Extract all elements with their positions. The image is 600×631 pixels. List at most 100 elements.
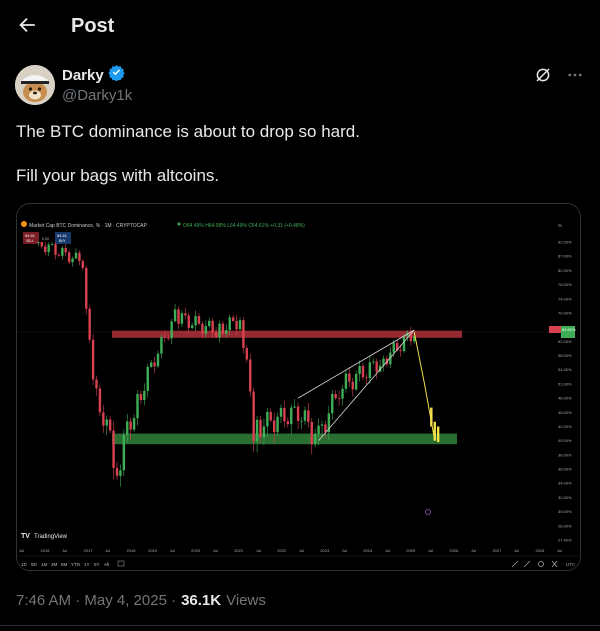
candle bbox=[365, 377, 368, 379]
timeframe-button[interactable]: 3M bbox=[51, 562, 58, 567]
timeframe-button[interactable]: 1M bbox=[41, 562, 48, 567]
candle bbox=[95, 379, 98, 389]
candle bbox=[81, 261, 85, 268]
candle bbox=[105, 419, 108, 426]
candle bbox=[303, 410, 307, 421]
candle bbox=[204, 326, 208, 334]
live-dot-icon bbox=[177, 222, 181, 226]
timeframe-button[interactable]: All bbox=[104, 562, 109, 567]
candle bbox=[40, 242, 44, 247]
post-meta: 7:46 AM · May 4, 2025 · 36.1K Views bbox=[16, 592, 266, 609]
y-axis-label: 87.00% bbox=[558, 254, 572, 259]
author-handle[interactable]: @Darky1k bbox=[62, 86, 132, 105]
post-actions-top bbox=[534, 66, 584, 84]
y-axis-label: 58.00% bbox=[558, 353, 572, 358]
candle bbox=[255, 419, 259, 442]
author-display[interactable]: Darky bbox=[62, 64, 132, 86]
timeframe-button[interactable]: 1D bbox=[21, 562, 28, 567]
post-media[interactable]: Market Cap BTC Dominance, % · 1M · CRYPT… bbox=[16, 203, 581, 571]
x-axis-label: Jul bbox=[299, 548, 304, 553]
candle bbox=[252, 391, 255, 442]
more-options-icon[interactable] bbox=[566, 66, 584, 84]
candle bbox=[126, 421, 129, 435]
timeframe-button[interactable]: 5D bbox=[31, 562, 38, 567]
candle bbox=[307, 410, 310, 423]
timeframe-button[interactable]: 5Y bbox=[94, 562, 100, 567]
y-axis-label: 78.00% bbox=[558, 282, 572, 287]
post-timestamp[interactable]: 7:46 AM · May 4, 2025 · bbox=[16, 592, 176, 609]
candle bbox=[47, 244, 50, 253]
candle bbox=[67, 252, 71, 263]
y-axis-label: 27.40% bbox=[558, 538, 572, 543]
candle bbox=[293, 406, 296, 408]
candle bbox=[44, 246, 47, 253]
candle bbox=[211, 320, 214, 333]
candle bbox=[190, 325, 194, 329]
candle bbox=[57, 254, 61, 256]
candle bbox=[361, 366, 365, 378]
candle bbox=[143, 390, 146, 401]
btc-dominance-chart: Market Cap BTC Dominance, % · 1M · CRYPT… bbox=[17, 204, 580, 570]
candle bbox=[197, 316, 201, 324]
candle bbox=[392, 342, 395, 353]
sell-price: 64.61 bbox=[25, 233, 36, 238]
candle bbox=[78, 252, 81, 262]
x-axis-label: Jul bbox=[385, 548, 390, 553]
x-axis-label: Jul bbox=[213, 548, 218, 553]
timeframe-button[interactable]: 6M bbox=[61, 562, 68, 567]
candle bbox=[317, 425, 320, 434]
candle bbox=[146, 366, 149, 391]
percent-symbol: % bbox=[558, 223, 562, 228]
candle bbox=[173, 309, 177, 322]
candle bbox=[167, 337, 170, 339]
candle bbox=[149, 362, 153, 367]
btc-logo-icon bbox=[21, 221, 27, 227]
candle bbox=[184, 313, 187, 316]
candle bbox=[156, 353, 160, 367]
views-label: Views bbox=[226, 592, 266, 609]
arrow-left-icon bbox=[16, 14, 38, 41]
y-axis-label: 82.00% bbox=[558, 268, 572, 273]
candle bbox=[221, 323, 225, 334]
y-axis-label: 30.00% bbox=[558, 509, 572, 514]
x-axis-label: 2023 bbox=[320, 548, 330, 553]
x-axis-label: 2028 bbox=[535, 548, 545, 553]
candle bbox=[259, 419, 262, 438]
x-axis-label: 2020 bbox=[191, 548, 201, 553]
candle bbox=[279, 407, 283, 417]
x-axis-label: Jul bbox=[19, 548, 24, 553]
y-axis-label: 38.00% bbox=[558, 452, 572, 457]
candle bbox=[54, 244, 57, 255]
candle bbox=[64, 247, 67, 253]
x-axis-label: Jul bbox=[256, 548, 261, 553]
candle bbox=[85, 267, 88, 309]
candle bbox=[180, 313, 184, 324]
buy-price: 64.61 bbox=[57, 233, 68, 238]
candle bbox=[74, 252, 78, 259]
candle bbox=[163, 337, 167, 338]
candle bbox=[300, 420, 303, 422]
candle bbox=[194, 316, 197, 326]
back-button[interactable] bbox=[14, 14, 40, 40]
y-axis-label: 62.00% bbox=[558, 339, 572, 344]
candle bbox=[337, 398, 341, 400]
y-axis-label: 92.00% bbox=[558, 240, 572, 245]
avatar[interactable] bbox=[15, 64, 55, 105]
candle bbox=[283, 407, 286, 422]
candle bbox=[245, 348, 249, 360]
candle bbox=[375, 361, 378, 372]
timeframe-button[interactable]: YTD bbox=[71, 562, 81, 567]
candle bbox=[177, 309, 180, 324]
y-axis-label: 51.00% bbox=[558, 381, 572, 386]
top-bar: Post bbox=[0, 0, 600, 53]
display-name: Darky bbox=[62, 66, 104, 84]
grok-icon[interactable] bbox=[534, 66, 552, 84]
x-axis-label: Jul bbox=[428, 548, 433, 553]
verified-badge-icon bbox=[108, 64, 125, 86]
timeframe-button[interactable]: 1Y bbox=[84, 562, 90, 567]
candle bbox=[231, 317, 235, 321]
projection-candle bbox=[430, 407, 433, 427]
tradingview-logo: TV TradingView bbox=[21, 533, 68, 540]
candle bbox=[160, 337, 163, 354]
candle bbox=[313, 433, 317, 445]
